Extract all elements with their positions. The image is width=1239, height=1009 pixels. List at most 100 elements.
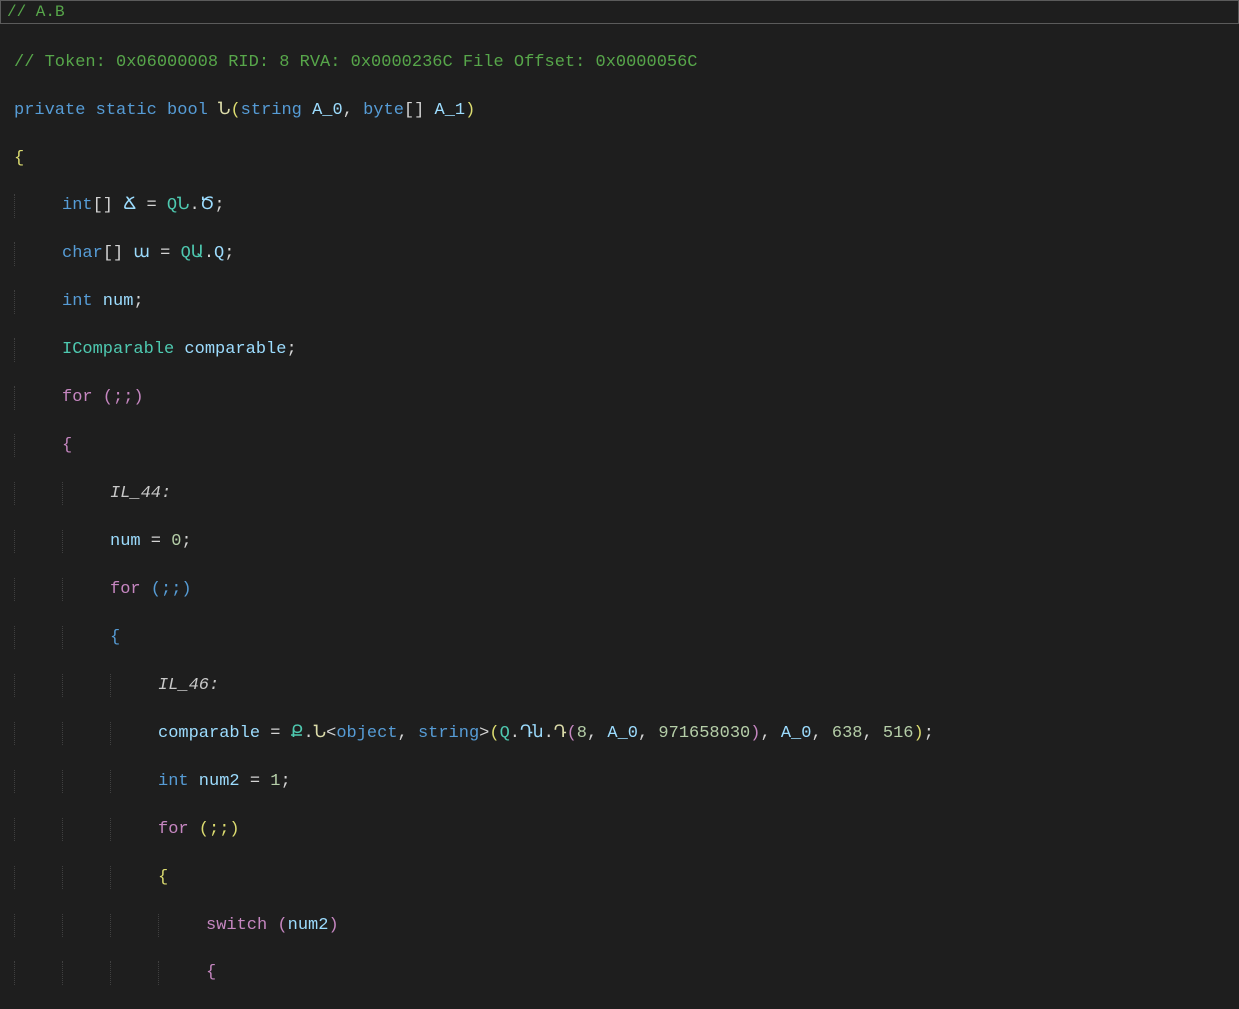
code-line: num = 0; bbox=[14, 530, 1235, 553]
paren: ( bbox=[489, 724, 499, 743]
paren: ) bbox=[750, 724, 760, 743]
code-editor[interactable]: // Token: 0x06000008 RID: 8 RVA: 0x00002… bbox=[0, 24, 1239, 1009]
comma: , bbox=[760, 724, 780, 743]
keyword: switch bbox=[206, 916, 267, 935]
keyword: int bbox=[62, 292, 93, 311]
keyword: for bbox=[110, 580, 141, 599]
breadcrumb-text: // A.B bbox=[7, 3, 65, 21]
breadcrumb[interactable]: // A.B bbox=[0, 0, 1239, 24]
type: string bbox=[418, 724, 479, 743]
type: IComparable bbox=[62, 340, 174, 359]
comma: , bbox=[343, 101, 363, 120]
keyword: for bbox=[62, 388, 93, 407]
type: Q bbox=[500, 724, 510, 743]
code-line: // Token: 0x06000008 RID: 8 RVA: 0x00002… bbox=[14, 51, 1235, 74]
paren: ( bbox=[277, 916, 287, 935]
brace: { bbox=[158, 868, 168, 887]
variable: Ճ bbox=[123, 196, 136, 215]
dot: . bbox=[204, 244, 214, 263]
type: Ք bbox=[291, 724, 304, 743]
comment: // Token: 0x06000008 RID: 8 RVA: 0x00002… bbox=[14, 53, 698, 72]
comma: , bbox=[638, 724, 658, 743]
comma: , bbox=[862, 724, 882, 743]
type: object bbox=[336, 724, 397, 743]
number: 0 bbox=[171, 532, 181, 551]
brace: { bbox=[206, 963, 216, 982]
variable: num bbox=[110, 532, 141, 551]
code-line: { bbox=[14, 434, 1235, 457]
type: byte bbox=[363, 101, 404, 120]
brackets: [] bbox=[404, 101, 435, 120]
semicolon: ; bbox=[924, 724, 934, 743]
comma: , bbox=[811, 724, 831, 743]
code-line: for (;;) bbox=[14, 818, 1235, 841]
comma: , bbox=[587, 724, 607, 743]
keyword: private bbox=[14, 101, 85, 120]
type: QԱ bbox=[181, 244, 204, 263]
number: 516 bbox=[883, 724, 914, 743]
label: IL_44: bbox=[110, 484, 171, 503]
variable: comparable bbox=[158, 724, 260, 743]
op: = bbox=[260, 724, 291, 743]
variable: num bbox=[93, 292, 134, 311]
code-line: int num; bbox=[14, 290, 1235, 313]
variable: num2 bbox=[288, 916, 329, 935]
brace: { bbox=[110, 628, 120, 647]
code-line: switch (num2) bbox=[14, 914, 1235, 937]
paren: (;;) bbox=[141, 580, 192, 599]
code-line: { bbox=[14, 626, 1235, 649]
paren: ) bbox=[465, 101, 475, 120]
field: Ծ bbox=[200, 196, 215, 215]
brackets: [] bbox=[103, 244, 134, 263]
dot: . bbox=[189, 196, 199, 215]
variable: ա bbox=[133, 244, 150, 263]
semicolon: ; bbox=[133, 292, 143, 311]
op: = bbox=[240, 772, 271, 791]
dot: . bbox=[510, 724, 520, 743]
type: QՆ bbox=[167, 196, 190, 215]
code-line: { bbox=[14, 866, 1235, 889]
keyword: char bbox=[62, 244, 103, 263]
code-line: for (;;) bbox=[14, 578, 1235, 601]
label: IL_46: bbox=[158, 676, 219, 695]
code-line: IComparable comparable; bbox=[14, 338, 1235, 361]
code-line: comparable = Ք.Ն<object, string>(Q.Դն.Դ(… bbox=[14, 722, 1235, 745]
paren: ) bbox=[328, 916, 338, 935]
keyword: int bbox=[158, 772, 189, 791]
param: A_1 bbox=[435, 101, 466, 120]
paren: ( bbox=[567, 724, 577, 743]
keyword: static bbox=[96, 101, 157, 120]
code-line: private static bool Ն(string A_0, byte[]… bbox=[14, 99, 1235, 122]
keyword: bool bbox=[167, 101, 208, 120]
paren: ) bbox=[914, 724, 924, 743]
code-line: IL_46: bbox=[14, 674, 1235, 697]
code-line: { bbox=[14, 961, 1235, 984]
param: A_0 bbox=[607, 724, 638, 743]
brace: { bbox=[14, 149, 24, 168]
param: A_0 bbox=[781, 724, 812, 743]
type: string bbox=[241, 101, 302, 120]
semicolon: ; bbox=[286, 340, 296, 359]
code-line: { bbox=[14, 147, 1235, 170]
keyword: for bbox=[158, 820, 189, 839]
paren: (;;) bbox=[93, 388, 144, 407]
dot: . bbox=[304, 724, 314, 743]
variable: comparable bbox=[174, 340, 286, 359]
angle: < bbox=[326, 724, 336, 743]
method-name: Ն bbox=[218, 101, 230, 120]
number: 971658030 bbox=[658, 724, 750, 743]
space bbox=[267, 916, 277, 935]
code-line: char[] ա = QԱ.Q; bbox=[14, 242, 1235, 265]
code-line: int num2 = 1; bbox=[14, 770, 1235, 793]
method: Ն bbox=[314, 724, 326, 743]
brackets: [] bbox=[93, 196, 124, 215]
op: = bbox=[150, 244, 181, 263]
semicolon: ; bbox=[224, 244, 234, 263]
comma: , bbox=[398, 724, 418, 743]
param: A_0 bbox=[312, 101, 343, 120]
dot: . bbox=[544, 724, 554, 743]
number: 1 bbox=[270, 772, 280, 791]
keyword: int bbox=[62, 196, 93, 215]
code-line: for (;;) bbox=[14, 386, 1235, 409]
field: Q bbox=[214, 244, 224, 263]
